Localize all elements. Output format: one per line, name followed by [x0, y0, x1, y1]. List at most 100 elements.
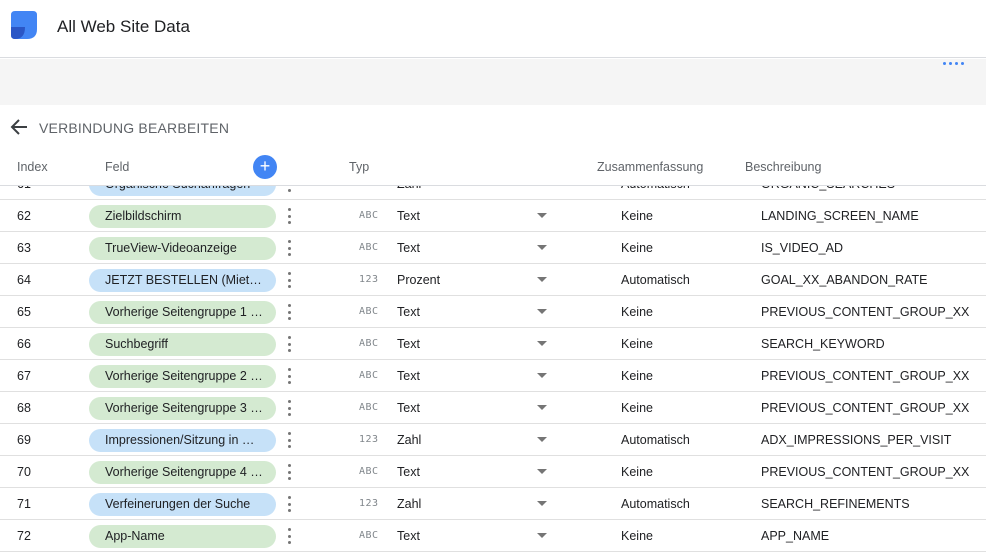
field-name-pill[interactable]: Vorherige Seitengruppe 4 … — [89, 461, 276, 484]
description-value: APP_NAME — [761, 529, 830, 543]
description-value: PREVIOUS_CONTENT_GROUP_XX — [761, 401, 970, 415]
dropdown-arrow-icon[interactable] — [537, 501, 547, 506]
table-row: 67 Vorherige Seitengruppe 2 … ABC Text Keine… — [0, 360, 986, 392]
field-name-pill[interactable]: App-Name — [89, 525, 276, 548]
field-name-pill[interactable]: Vorherige Seitengruppe 3 … — [89, 397, 276, 420]
description-value: GOAL_XX_ABANDON_RATE — [761, 273, 928, 287]
more-vertical-icon[interactable] — [286, 400, 292, 416]
app-title[interactable]: All Web Site Data — [57, 17, 190, 37]
aggregation-value[interactable]: Keine — [621, 465, 653, 479]
type-label[interactable]: Text — [397, 529, 420, 543]
row-index: 65 — [17, 305, 31, 319]
aggregation-value[interactable]: Keine — [621, 241, 653, 255]
more-vertical-icon[interactable] — [286, 208, 292, 224]
description-value: ORGANIC_SEARCHES — [761, 186, 895, 191]
more-vertical-icon[interactable] — [286, 304, 292, 320]
aggregation-value[interactable]: Automatisch — [621, 186, 690, 191]
aggregation-value[interactable]: Keine — [621, 305, 653, 319]
dropdown-arrow-icon[interactable] — [537, 437, 547, 442]
type-label[interactable]: Text — [397, 337, 420, 351]
aggregation-value[interactable]: Automatisch — [621, 433, 690, 447]
column-header-type: Typ — [349, 160, 370, 174]
field-name-pill[interactable]: Vorherige Seitengruppe 2 … — [89, 365, 276, 388]
type-label[interactable]: Prozent — [397, 273, 440, 287]
type-icon: ABC — [359, 402, 379, 413]
table-row: 71 Verfeinerungen der Suche 123 Zahl Automat… — [0, 488, 986, 520]
type-label[interactable]: Zahl — [397, 433, 421, 447]
type-icon: 123 — [359, 186, 379, 189]
aggregation-value[interactable]: Keine — [621, 209, 653, 223]
dropdown-arrow-icon[interactable] — [537, 341, 547, 346]
aggregation-value[interactable]: Automatisch — [621, 273, 690, 287]
row-index: 71 — [17, 497, 31, 511]
type-label[interactable]: Text — [397, 401, 420, 415]
more-vertical-icon[interactable] — [286, 186, 292, 192]
type-label[interactable]: Text — [397, 305, 420, 319]
aggregation-value[interactable]: Automatisch — [621, 497, 690, 511]
column-header-field: Feld — [105, 160, 130, 174]
type-icon: 123 — [359, 498, 379, 509]
dropdown-arrow-icon[interactable] — [537, 533, 547, 538]
field-name-pill[interactable]: JETZT BESTELLEN (Miet… — [89, 269, 276, 292]
field-name-pill[interactable]: Impressionen/Sitzung in … — [89, 429, 276, 452]
arrow-back-icon[interactable] — [9, 117, 29, 137]
type-icon: 123 — [359, 274, 379, 285]
type-label[interactable]: Text — [397, 241, 420, 255]
dropdown-arrow-icon[interactable] — [537, 469, 547, 474]
type-label[interactable]: Zahl — [397, 186, 421, 191]
fields-table: 61 Organische Suchanfragen 123 Zahl Automati… — [0, 186, 986, 553]
aggregation-value[interactable]: Keine — [621, 529, 653, 543]
more-vertical-icon[interactable] — [286, 528, 292, 544]
more-vertical-icon[interactable] — [286, 336, 292, 352]
table-row: 68 Vorherige Seitengruppe 3 … ABC Text Keine… — [0, 392, 986, 424]
description-value: PREVIOUS_CONTENT_GROUP_XX — [761, 369, 970, 383]
dropdown-arrow-icon[interactable] — [537, 277, 547, 282]
type-label[interactable]: Text — [397, 465, 420, 479]
dropdown-arrow-icon[interactable] — [537, 309, 547, 314]
type-label[interactable]: Text — [397, 209, 420, 223]
row-index: 63 — [17, 241, 31, 255]
description-value: PREVIOUS_CONTENT_GROUP_XX — [761, 305, 970, 319]
field-name-pill[interactable]: Verfeinerungen der Suche — [89, 493, 276, 516]
aggregation-value[interactable]: Keine — [621, 369, 653, 383]
dropdown-arrow-icon[interactable] — [537, 405, 547, 410]
more-horizontal-icon[interactable] — [943, 62, 964, 65]
more-vertical-icon[interactable] — [286, 432, 292, 448]
type-icon: ABC — [359, 338, 379, 349]
type-icon: ABC — [359, 242, 379, 253]
description-value: SEARCH_KEYWORD — [761, 337, 885, 351]
row-index: 69 — [17, 433, 31, 447]
table-row: 69 Impressionen/Sitzung in … 123 Zahl Automa… — [0, 424, 986, 456]
row-index: 61 — [17, 186, 31, 191]
more-vertical-icon[interactable] — [286, 240, 292, 256]
dropdown-arrow-icon[interactable] — [537, 373, 547, 378]
more-vertical-icon[interactable] — [286, 496, 292, 512]
more-vertical-icon[interactable] — [286, 368, 292, 384]
aggregation-value[interactable]: Keine — [621, 337, 653, 351]
type-label[interactable]: Text — [397, 369, 420, 383]
row-index: 62 — [17, 209, 31, 223]
description-value: ADX_IMPRESSIONS_PER_VISIT — [761, 433, 952, 447]
type-icon: ABC — [359, 306, 379, 317]
page-title: VERBINDUNG BEARBEITEN — [39, 120, 230, 136]
row-index: 66 — [17, 337, 31, 351]
description-value: IS_VIDEO_AD — [761, 241, 843, 255]
field-name-pill[interactable]: Zielbildschirm — [89, 205, 276, 228]
type-label[interactable]: Zahl — [397, 497, 421, 511]
field-name-pill[interactable]: Suchbegriff — [89, 333, 276, 356]
table-row: 66 Suchbegriff ABC Text Keine SEARCH_KEYWORD — [0, 328, 986, 360]
more-vertical-icon[interactable] — [286, 464, 292, 480]
type-icon: ABC — [359, 466, 379, 477]
row-index: 68 — [17, 401, 31, 415]
table-row: 64 JETZT BESTELLEN (Miet… 123 Prozent Automa… — [0, 264, 986, 296]
field-name-pill[interactable]: Vorherige Seitengruppe 1 … — [89, 301, 276, 324]
row-index: 67 — [17, 369, 31, 383]
field-name-pill[interactable]: TrueView-Videoanzeige — [89, 237, 276, 260]
dropdown-arrow-icon[interactable] — [537, 245, 547, 250]
field-name-pill[interactable]: Organische Suchanfragen — [89, 186, 276, 196]
aggregation-value[interactable]: Keine — [621, 401, 653, 415]
add-field-button[interactable]: + — [253, 155, 277, 179]
dropdown-arrow-icon[interactable] — [537, 213, 547, 218]
more-vertical-icon[interactable] — [286, 272, 292, 288]
data-studio-logo-icon[interactable] — [11, 11, 37, 39]
